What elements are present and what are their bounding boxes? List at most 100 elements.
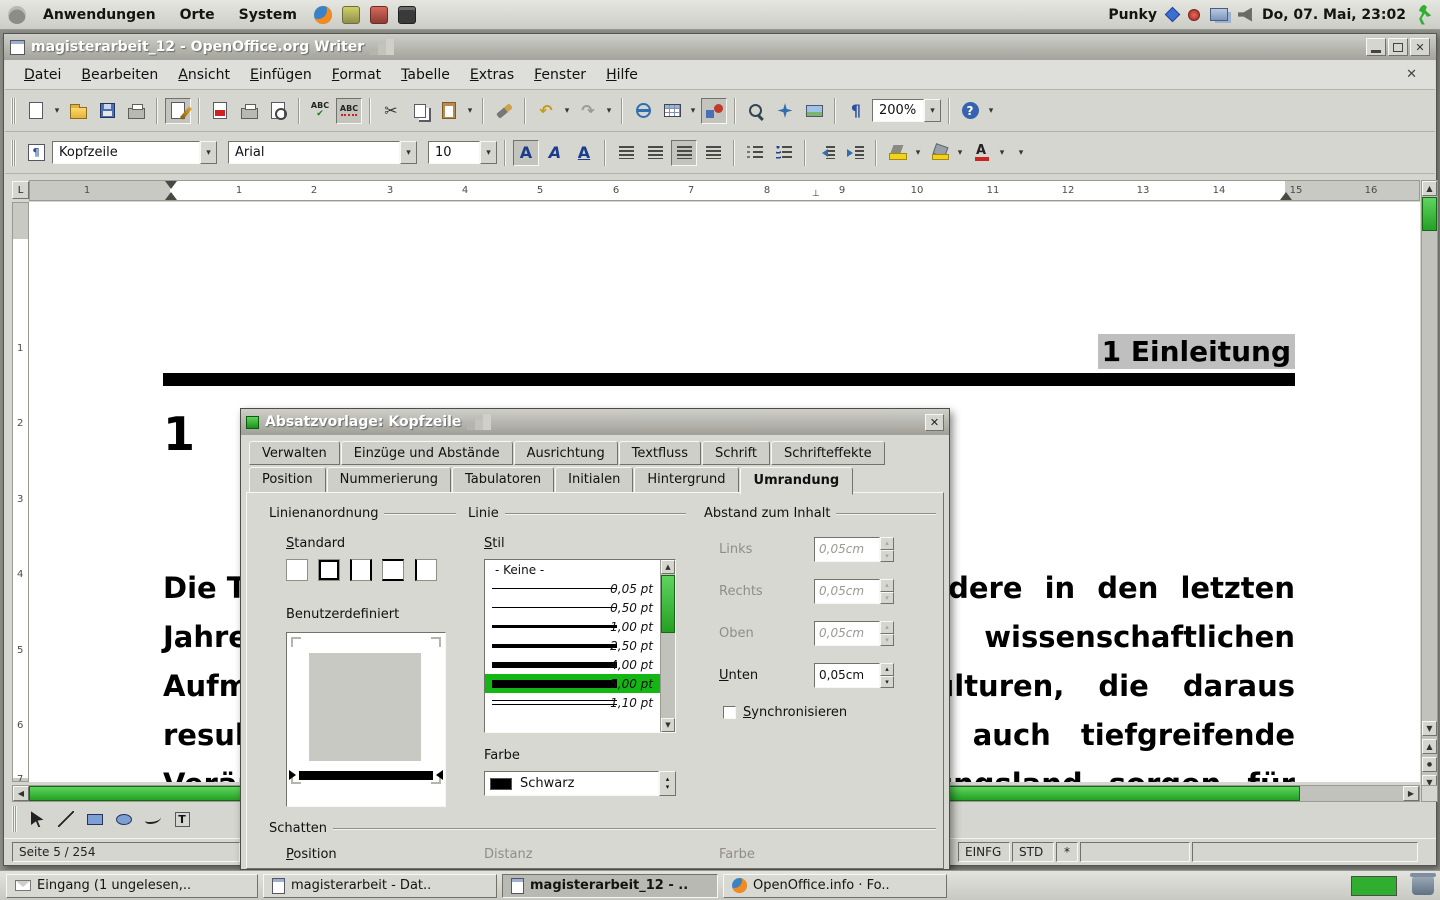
gallery-button[interactable] <box>801 98 827 124</box>
tab-umrandung[interactable]: Umrandung <box>740 467 854 495</box>
font-dropdown[interactable]: ▾ <box>400 141 417 164</box>
package-launcher-icon[interactable] <box>370 6 388 24</box>
text-tool-button[interactable]: T <box>169 806 195 832</box>
preset-left[interactable] <box>415 559 437 581</box>
first-line-indent-marker[interactable] <box>165 181 177 189</box>
style-input[interactable]: Kopfzeile <box>52 141 200 164</box>
toolbar-options-dropdown[interactable]: ▾ <box>1016 148 1026 158</box>
preset-top-bottom[interactable] <box>382 559 404 581</box>
paste-dropdown[interactable]: ▾ <box>465 106 475 116</box>
menu-format[interactable]: Format <box>323 63 390 87</box>
menu-hilfe[interactable]: Hilfe <box>597 63 647 87</box>
border-style-option[interactable]: 1,00 pt <box>485 617 675 636</box>
open-button[interactable] <box>65 98 91 124</box>
increase-indent-button[interactable] <box>842 140 868 166</box>
tab-type-selector[interactable]: L <box>12 181 29 199</box>
tab-schrift[interactable]: Schrift <box>702 441 770 465</box>
toolbar-handle[interactable] <box>11 140 16 166</box>
menu-ansicht[interactable]: Ansicht <box>169 63 239 87</box>
taskbar-item-firefox[interactable]: OpenOffice.info · Fo.. <box>723 874 947 898</box>
toolbar-handle[interactable] <box>12 806 17 832</box>
tab-tabulatoren[interactable]: Tabulatoren <box>452 467 554 495</box>
tab-hintergrund[interactable]: Hintergrund <box>634 467 738 495</box>
ellipse-tool-button[interactable] <box>111 806 137 832</box>
close-button[interactable]: ✕ <box>1410 38 1430 56</box>
list-scrollbar[interactable]: ▲ ▼ <box>660 560 675 732</box>
left-indent-marker[interactable] <box>165 192 177 200</box>
vertical-ruler[interactable]: 1 2 3 4 5 6 7 <box>12 202 29 782</box>
scroll-down-button[interactable]: ▼ <box>1422 721 1437 736</box>
new-document-dropdown[interactable]: ▾ <box>52 106 62 116</box>
line-tool-button[interactable] <box>53 806 79 832</box>
toolbar-options-dropdown[interactable]: ▾ <box>986 106 996 116</box>
edit-mode-button[interactable] <box>165 98 191 124</box>
menu-einfuegen[interactable]: Einfügen <box>241 63 321 87</box>
align-center-button[interactable] <box>642 140 668 166</box>
volume-icon[interactable] <box>1238 8 1252 22</box>
find-replace-button[interactable] <box>743 98 769 124</box>
tab-position[interactable]: Position <box>249 467 326 495</box>
vertical-scroll-thumb[interactable] <box>1422 197 1437 231</box>
preset-box[interactable] <box>318 559 340 581</box>
document-close-button[interactable]: ✕ <box>1398 65 1425 84</box>
scroll-left-button[interactable]: ◀ <box>13 786 29 801</box>
menu-bearbeiten[interactable]: Bearbeiten <box>72 63 167 87</box>
tab-nummerierung[interactable]: Nummerierung <box>327 467 451 495</box>
underline-button[interactable]: A <box>571 140 597 166</box>
background-color-dropdown[interactable]: ▾ <box>955 148 965 158</box>
previous-page-button[interactable]: ▲ <box>1422 739 1437 754</box>
align-right-button[interactable] <box>671 140 697 166</box>
taskbar-item-magisterarbeit[interactable]: magisterarbeit - Dat.. <box>263 874 497 898</box>
tab-verwalten[interactable]: Verwalten <box>249 441 340 465</box>
tab-schrifteffekte[interactable]: Schrifteffekte <box>771 441 885 465</box>
preset-none[interactable] <box>286 559 308 581</box>
menu-datei[interactable]: Datei <box>15 63 70 87</box>
new-document-button[interactable] <box>23 98 49 124</box>
decrease-indent-button[interactable] <box>813 140 839 166</box>
menu-tabelle[interactable]: Tabelle <box>392 63 459 87</box>
menu-anwendungen[interactable]: Anwendungen <box>36 5 163 25</box>
spin-up[interactable]: ▴ <box>880 663 894 676</box>
border-style-option-selected[interactable]: 5,00 pt <box>485 674 675 693</box>
redo-button[interactable]: ↷ <box>575 98 601 124</box>
spin-down[interactable]: ▾ <box>880 676 894 689</box>
spacing-bottom-field[interactable]: 0,05cm ▴▾ <box>814 663 894 688</box>
justify-button[interactable] <box>700 140 726 166</box>
taskbar-item-mail[interactable]: Eingang (1 ungelesen,.. <box>6 874 258 898</box>
background-color-button[interactable] <box>926 140 952 166</box>
page-indicator[interactable]: Seite 5 / 254 <box>12 842 240 862</box>
menu-fenster[interactable]: Fenster <box>525 63 595 87</box>
align-left-button[interactable] <box>613 140 639 166</box>
font-color-button[interactable]: A <box>968 140 994 166</box>
horizontal-ruler[interactable]: 1 1 2 3 4 5 6 7 8 9 10 11 12 13 14 15 16… <box>29 180 1420 201</box>
tab-einzuege[interactable]: Einzüge und Abstände <box>341 441 513 465</box>
pdf-export-button[interactable] <box>207 98 233 124</box>
navigator-button[interactable] <box>772 98 798 124</box>
numbered-list-button[interactable] <box>742 140 768 166</box>
window-titlebar[interactable]: magisterarbeit_12 - OpenOffice.org Write… <box>4 34 1436 60</box>
italic-button[interactable]: A <box>542 140 568 166</box>
navigation-button[interactable]: ● <box>1422 757 1437 772</box>
help-button[interactable]: ? <box>957 98 983 124</box>
terminal-launcher-icon[interactable] <box>398 6 416 24</box>
border-style-option[interactable]: 0,05 pt <box>485 579 675 598</box>
scroll-up-button[interactable]: ▲ <box>1422 181 1437 196</box>
list-scroll-thumb[interactable] <box>661 575 675 633</box>
border-style-list[interactable]: - Keine - 0,05 pt 0,50 pt 1,00 pt 2,50 p… <box>484 559 676 733</box>
select-tool-button[interactable] <box>24 806 50 832</box>
draw-functions-button[interactable] <box>701 98 727 124</box>
taskbar-item-magisterarbeit-12[interactable]: magisterarbeit_12 - .. <box>502 874 718 898</box>
undo-button[interactable]: ↶ <box>533 98 559 124</box>
modified-indicator[interactable]: * <box>1056 842 1078 862</box>
zoom-dropdown[interactable]: ▾ <box>924 99 941 122</box>
border-preview[interactable] <box>286 632 446 807</box>
table-dropdown[interactable]: ▾ <box>688 106 698 116</box>
color-dropdown-button[interactable]: ▴ ▾ <box>659 771 676 796</box>
list-scroll-down[interactable]: ▼ <box>661 718 675 732</box>
user-switch-icon[interactable] <box>1416 5 1432 25</box>
gnome-menu-icon[interactable] <box>8 6 26 24</box>
dialog-titlebar[interactable]: Absatzvorlage: Kopfzeile ✕ <box>241 409 949 435</box>
border-style-option[interactable]: 0,50 pt <box>485 598 675 617</box>
list-scroll-up[interactable]: ▲ <box>661 560 675 574</box>
hyperlink-button[interactable] <box>630 98 656 124</box>
